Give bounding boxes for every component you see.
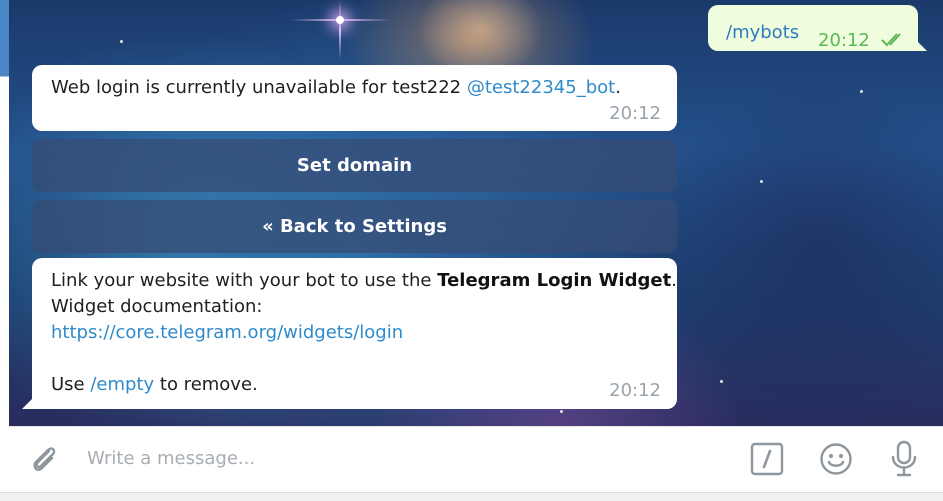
microphone-icon[interactable] xyxy=(889,440,919,482)
background-flare xyxy=(339,0,341,60)
outgoing-message[interactable]: /mybots 20:12 xyxy=(708,5,927,51)
message-time: 20:12 xyxy=(818,30,870,51)
set-domain-button[interactable]: Set domain xyxy=(32,139,677,192)
bot-command-link[interactable]: /empty xyxy=(90,374,154,395)
message-text-part: Link your website with your bot to use t… xyxy=(51,270,438,291)
background-star xyxy=(720,380,723,383)
back-to-settings-button[interactable]: « Back to Settings xyxy=(32,200,677,253)
message-text-part: Use xyxy=(51,374,91,395)
background-star xyxy=(760,180,763,183)
message-text-part: Web login is currently unavailable for t… xyxy=(51,77,467,98)
message-text: Web login is currently unavailable for t… xyxy=(51,75,621,101)
attach-icon[interactable] xyxy=(27,442,61,480)
incoming-message[interactable]: Link your website with your bot to use t… xyxy=(22,258,677,409)
bot-mention-link[interactable]: @test22345_bot xyxy=(467,77,615,98)
message-text-part: . xyxy=(615,77,621,98)
message-time: 20:12 xyxy=(609,103,661,124)
incoming-message[interactable]: Web login is currently unavailable for t… xyxy=(32,65,677,131)
double-check-icon xyxy=(880,31,908,51)
message-line: Use /empty to remove. xyxy=(51,372,258,398)
background-star xyxy=(860,90,863,93)
background-star xyxy=(120,40,123,43)
message-text-part: . xyxy=(671,270,677,291)
bot-command-icon[interactable] xyxy=(750,442,784,480)
left-panel-edge xyxy=(0,0,9,426)
message-composer xyxy=(9,426,943,493)
bubble-tail xyxy=(22,399,32,409)
message-bold-text: Telegram Login Widget xyxy=(437,270,672,291)
message-line: Widget documentation: xyxy=(51,296,263,317)
bot-command-link[interactable]: /mybots xyxy=(726,22,799,43)
message-text-part: to remove. xyxy=(154,374,258,395)
message-time: 20:12 xyxy=(609,380,661,401)
documentation-link[interactable]: https://core.telegram.org/widgets/login xyxy=(51,320,403,346)
message-line: Link your website with your bot to use t… xyxy=(51,268,677,294)
background-star xyxy=(560,410,563,413)
bubble-tail xyxy=(917,41,927,51)
emoji-icon[interactable] xyxy=(819,442,853,480)
background-star xyxy=(336,16,344,24)
message-input[interactable] xyxy=(87,448,687,469)
